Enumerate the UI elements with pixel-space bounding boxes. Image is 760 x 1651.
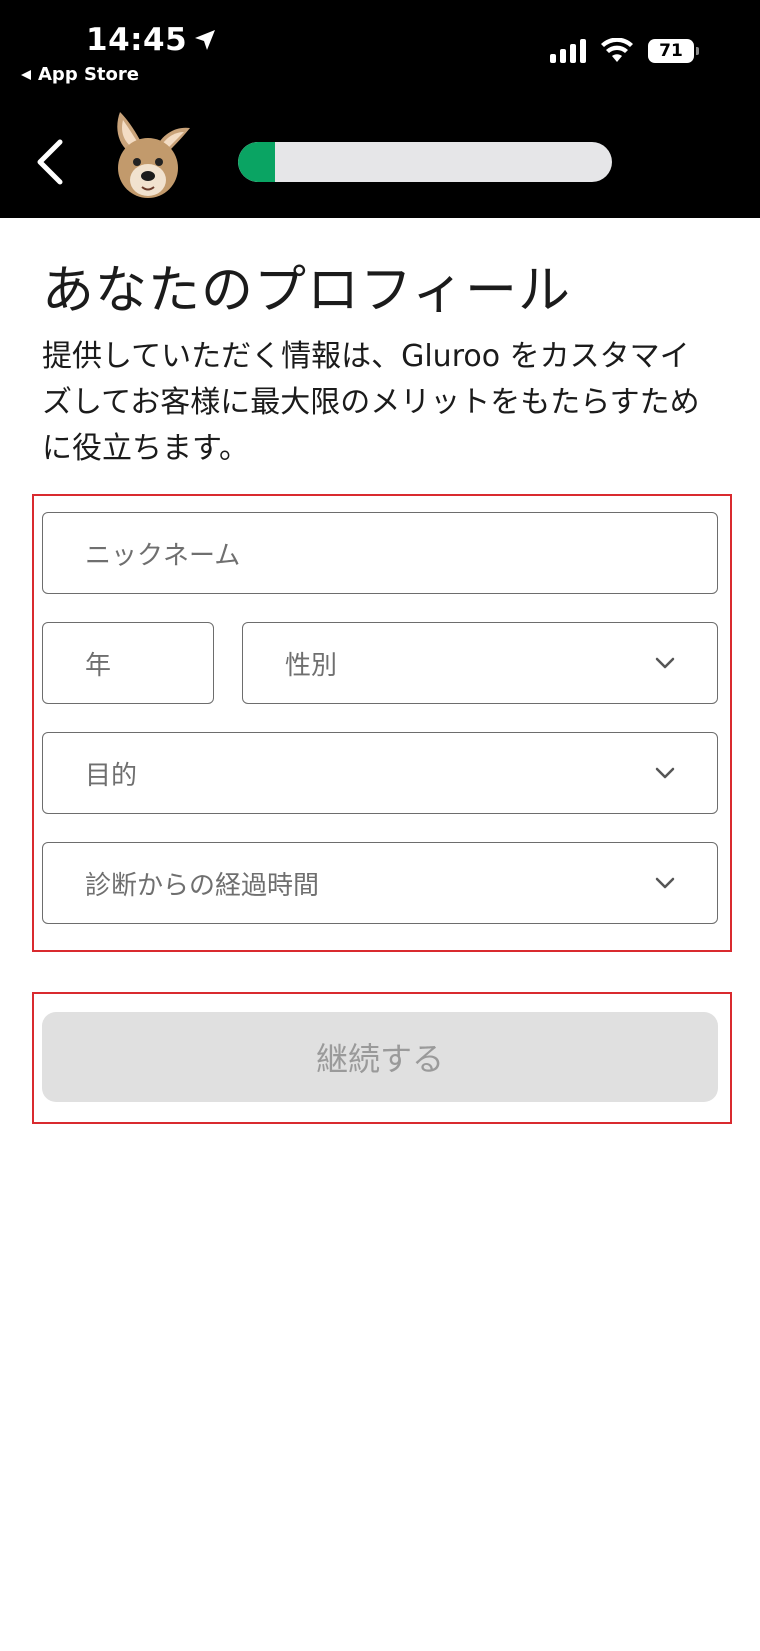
page-title: あなたのプロフィール [42,261,571,321]
continue-button[interactable]: 継続する [42,1012,718,1102]
time-since-diagnosis-placeholder: 診断からの経過時間 [85,870,320,901]
nickname-field[interactable]: ニックネーム [42,512,718,594]
chevron-down-icon [643,653,687,673]
chevron-down-icon [643,873,687,893]
back-app-label: App Store [38,64,139,85]
purpose-select[interactable]: 目的 [42,732,718,814]
gender-placeholder: 性別 [285,650,338,681]
back-chevron-icon[interactable] [30,134,70,190]
cellular-signal-icon [550,39,586,63]
back-triangle-icon [21,69,31,80]
nickname-placeholder: ニックネーム [85,540,241,571]
wifi-icon [601,38,633,62]
time-since-diagnosis-select[interactable]: 診断からの経過時間 [42,842,718,924]
page-description: 提供していただく情報は、Gluroo をカスタマイズしてお客様に最大限のメリット… [42,339,700,466]
back-to-app-store[interactable]: App Store [20,64,139,85]
location-arrow-icon [195,30,216,50]
gender-select[interactable]: 性別 [242,622,718,704]
chevron-down-icon [643,763,687,783]
kangaroo-mascot-icon [117,112,190,198]
status-indicators: 71 [550,38,699,64]
progress-fill [238,142,276,182]
year-field[interactable]: 年 [42,622,214,704]
status-time: 14:45 [86,22,217,58]
onboarding-progress-bar [238,142,612,182]
battery-indicator: 71 [648,39,699,63]
status-time-text: 14:45 [86,22,188,58]
battery-level: 71 [659,41,683,61]
purpose-placeholder: 目的 [85,760,138,791]
year-placeholder: 年 [85,650,112,681]
top-bar: 14:45 App Store 71 [0,0,760,218]
